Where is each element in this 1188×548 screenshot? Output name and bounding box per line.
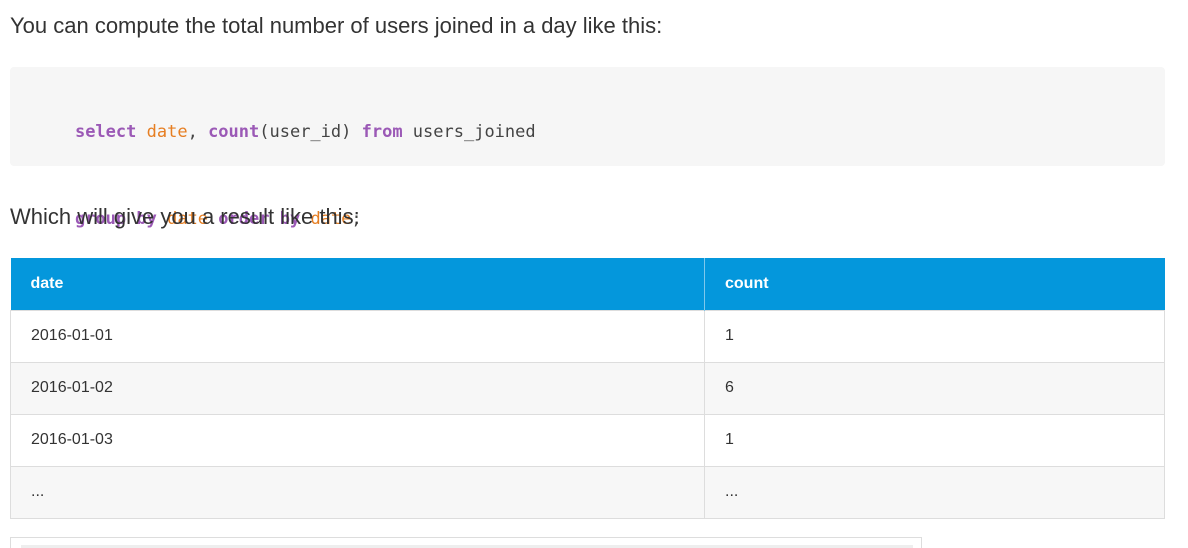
table-row: 2016-01-01 1	[10, 309, 1165, 363]
code-token: date	[146, 122, 188, 142]
sql-code-block: select date, count(user_id) from users_j…	[10, 67, 1165, 229]
code-token: from	[361, 122, 403, 142]
code-token: users_joined	[402, 122, 536, 142]
result-intro-paragraph: Which will give you a result like this:	[10, 204, 360, 229]
table-row: ... ...	[10, 465, 1165, 519]
table-cell-count: 6	[704, 361, 1165, 415]
table-cell-date: 2016-01-01	[10, 309, 705, 363]
code-line-1: select date, count(user_id) from users_j…	[34, 89, 1165, 176]
code-token: (user_id)	[259, 122, 362, 142]
code-token: ,	[187, 122, 209, 142]
table-cell-count: 1	[704, 309, 1165, 363]
table-row: 2016-01-02 6	[10, 361, 1165, 415]
table-cell-date: ...	[10, 465, 705, 519]
table-cell-date: 2016-01-03	[10, 413, 705, 467]
table-cell-count: 1	[704, 413, 1165, 467]
table-cell-count: ...	[704, 465, 1165, 519]
code-token: select	[74, 122, 137, 142]
column-header-date: date	[10, 258, 705, 310]
next-content-block	[10, 537, 922, 548]
code-token: count	[208, 122, 260, 142]
result-table: date count 2016-01-01 1 2016-01-02 6 201…	[10, 258, 1165, 519]
table-cell-date: 2016-01-02	[10, 361, 705, 415]
table-header-row: date count	[10, 258, 1165, 310]
intro-paragraph: You can compute the total number of user…	[10, 13, 663, 38]
table-row: 2016-01-03 1	[10, 413, 1165, 467]
column-header-count: count	[704, 258, 1165, 310]
